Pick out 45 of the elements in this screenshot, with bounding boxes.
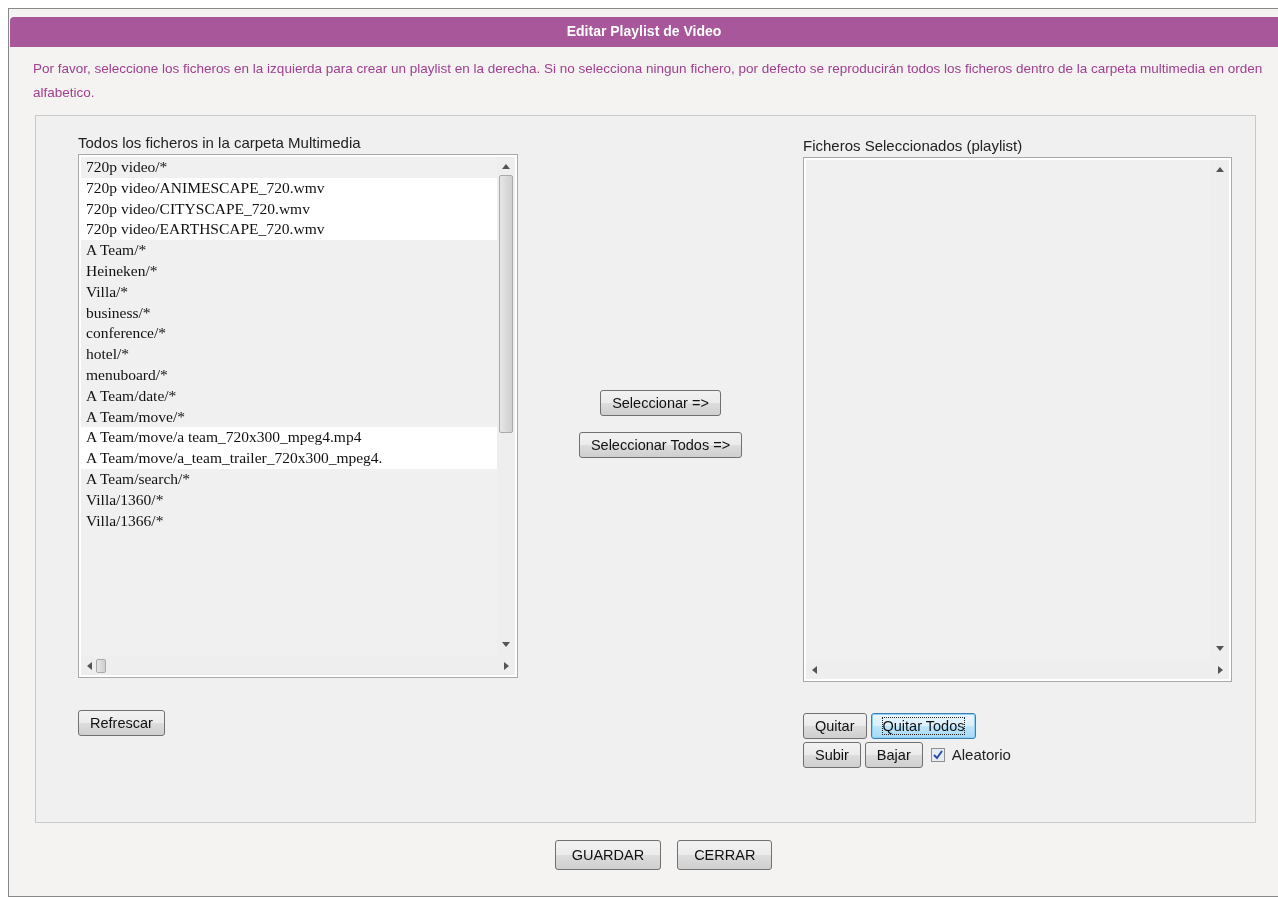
button[interactable]: Refrescar	[78, 710, 165, 736]
button[interactable]: GUARDAR	[554, 840, 662, 870]
scroll-left-icon[interactable]	[87, 662, 92, 670]
horizontal-scrollbar[interactable]	[81, 657, 515, 675]
scroll-down-icon[interactable]	[502, 639, 510, 649]
file-item[interactable]: 720p video/CITYSCAPE_720.wmv	[81, 198, 497, 220]
folder-item[interactable]: A Team/search/*	[81, 468, 497, 490]
button[interactable]: Seleccionar Todos =>	[578, 432, 743, 458]
list-label: Todos los ficheros in la carpeta Multimedia	[78, 134, 362, 152]
file-item[interactable]: A Team/move/a_team_trailer_720x300_mpeg4.	[81, 448, 497, 469]
scrollbar-thumb[interactable]	[499, 175, 513, 433]
file-item[interactable]: A Team/move/a team_720x300_mpeg4.mp4	[81, 427, 497, 449]
vertical-scrollbar[interactable]	[497, 157, 515, 657]
folder-item[interactable]: A Team/date/*	[81, 385, 497, 407]
scroll-right-icon[interactable]	[1218, 666, 1223, 674]
checkbox-label[interactable]: Aleatorio	[951, 746, 1011, 764]
checkbox[interactable]	[930, 748, 945, 762]
folder-item[interactable]: A Team/*	[81, 240, 497, 261]
window-title: Editar Playlist de Video	[10, 17, 1278, 47]
folder-item[interactable]: hotel/*	[81, 344, 497, 365]
button[interactable]: Quitar	[803, 713, 867, 739]
scroll-down-icon[interactable]	[1216, 643, 1224, 653]
folder-item[interactable]: Heineken/*	[81, 261, 497, 282]
button[interactable]: Bajar	[864, 742, 923, 768]
folder-item[interactable]: Villa/1366/*	[81, 510, 497, 532]
folder-item[interactable]: menuboard/*	[81, 364, 497, 386]
folder-item[interactable]: 720p video/*	[81, 157, 497, 178]
scroll-left-icon[interactable]	[812, 666, 817, 674]
folder-item[interactable]: conference/*	[81, 323, 497, 345]
folder-item[interactable]: Villa/1360/*	[81, 489, 497, 511]
file-item[interactable]: 720p video/ANIMESCAPE_720.wmv	[81, 177, 497, 199]
button[interactable]: CERRAR	[677, 840, 773, 870]
folder-item[interactable]: business/*	[81, 302, 497, 324]
file-list[interactable]	[78, 154, 518, 678]
folder-item[interactable]: Villa/*	[81, 281, 497, 303]
button[interactable]: Quitar Todos	[870, 713, 977, 739]
list-label: Ficheros Seleccionados (playlist)	[803, 137, 1024, 155]
scroll-right-icon[interactable]	[504, 662, 509, 670]
horizontal-scrollbar[interactable]	[806, 661, 1229, 679]
folder-item[interactable]: A Team/move/*	[81, 406, 497, 428]
button[interactable]: Seleccionar =>	[600, 390, 721, 416]
file-item[interactable]: 720p video/EARTHSCAPE_720.wmv	[81, 219, 497, 241]
button[interactable]: Subir	[803, 742, 861, 768]
scrollbar-thumb[interactable]	[96, 659, 106, 673]
instructions-text: Por favor, seleccione los ficheros en la izquierda para crear un playlist en la derecha. Si no selecciona ningun fichero, por defecto se reproducirán todos los ficheros dentro de la carpeta multimedia en orden alfabetico.	[32, 60, 1264, 102]
